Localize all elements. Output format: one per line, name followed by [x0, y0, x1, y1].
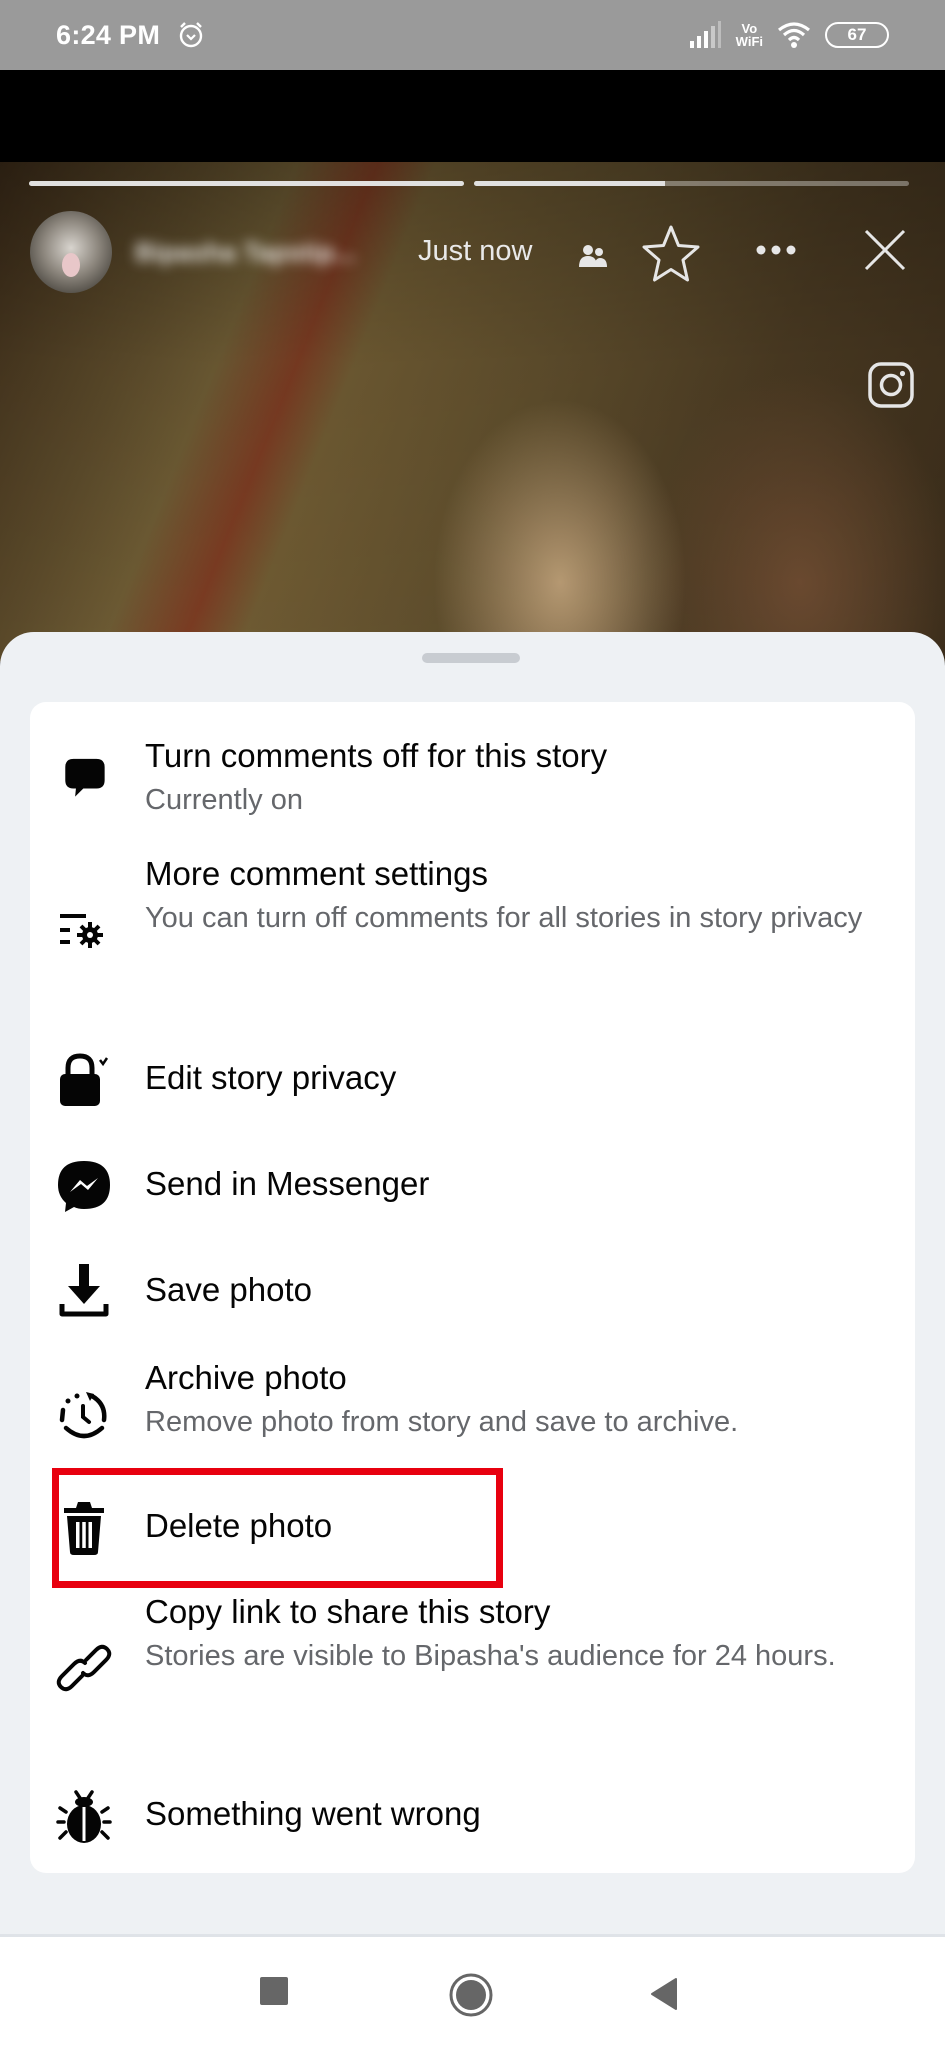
menu-item-title: Delete photo	[145, 1507, 333, 1544]
download-icon	[56, 1262, 112, 1318]
back-triangle-icon[interactable]	[648, 1977, 682, 2011]
menu-item-edit-story-privacy[interactable]: Edit story privacy	[30, 1032, 915, 1128]
messenger-icon	[56, 1158, 112, 1214]
progress-segment	[29, 181, 464, 186]
menu-item-save-photo[interactable]: Save photo	[30, 1244, 915, 1340]
avatar[interactable]	[30, 211, 112, 293]
home-circle-icon[interactable]	[448, 1972, 494, 2018]
menu-item-title: Send in Messenger	[145, 1165, 430, 1202]
menu-item-subtitle: Stories are visible to Bipasha's audienc…	[145, 1640, 836, 1672]
bug-icon	[56, 1788, 112, 1844]
sheet-drag-handle[interactable]	[422, 653, 520, 663]
cellular-signal-icon	[689, 21, 721, 48]
vowifi-indicator: Vo WiFi	[735, 21, 763, 49]
archive-clock-icon	[56, 1388, 112, 1444]
more-icon[interactable]	[752, 235, 800, 265]
story-timestamp: Just now	[418, 235, 533, 267]
system-nav-bar	[0, 1934, 945, 2048]
menu-item-title: Something went wrong	[145, 1795, 481, 1832]
menu-item-delete-photo[interactable]: Delete photo	[30, 1476, 915, 1582]
alarm-clock-icon	[179, 22, 203, 48]
menu-item-title: Save photo	[145, 1271, 312, 1308]
menu-item-archive-photo[interactable]: Archive photo Remove photo from story an…	[30, 1350, 915, 1468]
comment-settings-icon	[56, 902, 112, 958]
options-bottom-sheet: Turn comments off for this story Current…	[0, 632, 945, 1934]
story-header: Bipasha Tapstip... Just now	[0, 207, 945, 293]
menu-item-title: Archive photo	[145, 1359, 347, 1396]
menu-item-copy-link[interactable]: Copy link to share this story Stories ar…	[30, 1590, 915, 1750]
story-photo[interactable]: Bipasha Tapstip... Just now	[0, 162, 945, 662]
close-icon[interactable]	[862, 227, 908, 273]
comment-bubble-icon	[56, 752, 112, 808]
lock-privacy-icon	[56, 1052, 112, 1108]
menu-item-send-in-messenger[interactable]: Send in Messenger	[30, 1138, 915, 1234]
author-name[interactable]: Bipasha Tapstip...	[135, 237, 400, 267]
link-icon	[56, 1640, 112, 1696]
trash-icon	[56, 1500, 112, 1556]
menu-item-subtitle: Currently on	[145, 784, 303, 816]
menu-item-subtitle: You can turn off comments for all storie…	[145, 902, 863, 934]
star-icon[interactable]	[640, 223, 702, 285]
menu-item-more-comment-settings[interactable]: More comment settings You can turn off c…	[30, 852, 915, 1012]
recents-square-icon[interactable]	[260, 1977, 290, 2007]
menu-item-something-went-wrong[interactable]: Something went wrong	[30, 1766, 915, 1862]
top-black-band	[0, 70, 945, 162]
menu-item-subtitle: Remove photo from story and save to arch…	[145, 1406, 739, 1438]
menu-item-title: Turn comments off for this story	[145, 737, 608, 774]
status-bar: 6:24 PM Vo WiFi 67	[0, 0, 945, 70]
wifi-icon	[778, 22, 810, 48]
friends-audience-icon	[579, 245, 607, 267]
options-menu: Turn comments off for this story Current…	[30, 702, 915, 1873]
menu-item-title: More comment settings	[145, 855, 488, 892]
menu-item-turn-comments-off[interactable]: Turn comments off for this story Current…	[30, 722, 915, 840]
status-time: 6:24 PM	[56, 19, 161, 50]
menu-item-title: Edit story privacy	[145, 1059, 397, 1096]
instagram-icon[interactable]	[866, 360, 916, 410]
progress-segment	[474, 181, 909, 186]
menu-item-title: Copy link to share this story	[145, 1593, 551, 1630]
battery-indicator: 67	[825, 22, 889, 48]
story-progress	[29, 181, 909, 186]
